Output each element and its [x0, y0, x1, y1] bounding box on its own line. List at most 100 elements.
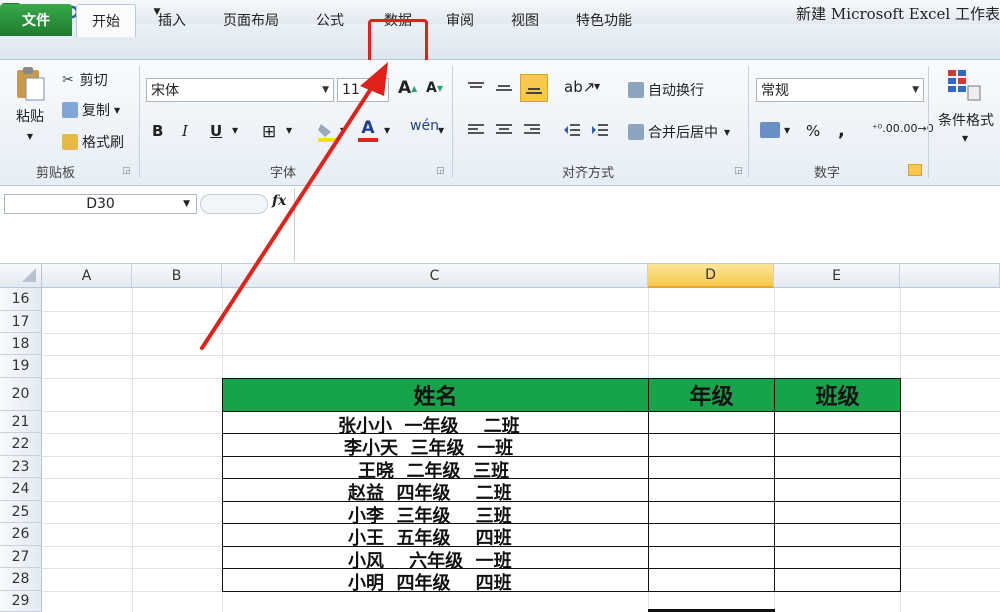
font-launcher-icon[interactable]: ◲	[436, 166, 445, 176]
tab-home[interactable]: 开始	[76, 4, 136, 37]
column-header-d[interactable]: D	[648, 264, 774, 288]
column-header-e[interactable]: E	[774, 264, 900, 288]
name-box[interactable]: D30 ▼	[4, 194, 197, 214]
column-header-a[interactable]: A	[42, 264, 132, 288]
table-cell[interactable]	[774, 523, 901, 547]
conditional-format-dropdown-icon[interactable]: ▼	[962, 134, 968, 143]
border-dropdown-icon[interactable]: ▼	[286, 126, 292, 135]
align-middle-icon[interactable]	[494, 80, 514, 96]
table-cell[interactable]	[774, 456, 901, 479]
column-header-b[interactable]: B	[132, 264, 222, 288]
orientation-dropdown-icon[interactable]: ▼	[594, 82, 600, 91]
row-header-27[interactable]: 27	[0, 546, 42, 568]
table-header-grade[interactable]: 年级	[648, 378, 775, 412]
fill-color-icon[interactable]	[316, 120, 338, 142]
italic-button[interactable]: I	[182, 122, 188, 140]
row-header-18[interactable]: 18	[0, 333, 42, 355]
paste-button[interactable]: 粘贴 ▼	[10, 66, 50, 141]
table-cell[interactable]	[774, 501, 901, 524]
table-cell[interactable]	[774, 411, 901, 434]
increase-indent-icon[interactable]	[590, 122, 610, 138]
align-bottom-button[interactable]	[520, 74, 548, 102]
row-header-19[interactable]: 19	[0, 355, 42, 378]
grow-font-button[interactable]: A ▲	[398, 78, 417, 98]
alignment-launcher-icon[interactable]: ◲	[734, 166, 743, 176]
underline-button[interactable]: U	[210, 122, 222, 140]
conditional-format-button[interactable]: 条件格式	[938, 110, 994, 130]
row-header-23[interactable]: 23	[0, 456, 42, 478]
row-header-28[interactable]: 28	[0, 568, 42, 591]
row-header-21[interactable]: 21	[0, 411, 42, 433]
copy-dropdown-icon: ▼	[114, 105, 121, 115]
number-format-select[interactable]: 常规 ▼	[756, 78, 924, 102]
currency-glyph	[760, 122, 780, 138]
row-header-16[interactable]: 16	[0, 288, 42, 311]
number-launcher-icon[interactable]	[908, 164, 922, 176]
tab-view[interactable]: 视图	[494, 4, 556, 36]
tab-formulas[interactable]: 公式	[300, 4, 360, 36]
currency-icon[interactable]: ▼	[760, 122, 790, 138]
row-header-29[interactable]: 29	[0, 591, 42, 612]
table-cell[interactable]	[648, 568, 775, 592]
tab-special-features[interactable]: 特色功能	[562, 4, 646, 36]
select-all-corner[interactable]	[0, 264, 42, 288]
copy-button[interactable]: 复制 ▼	[62, 100, 120, 120]
table-header-name[interactable]: 姓名	[222, 378, 649, 412]
clipboard-launcher-icon[interactable]: ◲	[122, 166, 131, 176]
table-cell[interactable]	[648, 478, 775, 502]
font-color-dropdown-icon[interactable]: ▼	[384, 126, 390, 135]
percent-button[interactable]: %	[806, 122, 820, 140]
table-cell[interactable]	[648, 523, 775, 547]
row-header-25[interactable]: 25	[0, 501, 42, 523]
row-header-22[interactable]: 22	[0, 433, 42, 456]
separator	[139, 66, 140, 178]
increase-decimal-icon[interactable]: ⁺⁰.00	[872, 122, 900, 135]
font-color-swatch	[358, 138, 378, 142]
font-color-button[interactable]: A	[358, 118, 378, 142]
border-icon[interactable]: ⊞	[262, 122, 276, 142]
bold-button[interactable]: B	[152, 122, 163, 140]
table-cell[interactable]	[648, 501, 775, 524]
pinyin-dropdown-icon[interactable]: ▼	[438, 126, 444, 135]
pinyin-icon[interactable]: wén	[410, 118, 439, 134]
decrease-indent-icon[interactable]	[562, 122, 582, 138]
table-cell[interactable]	[648, 456, 775, 479]
row-header-24[interactable]: 24	[0, 478, 42, 501]
column-header-f[interactable]	[900, 264, 1000, 288]
row-header-26[interactable]: 26	[0, 523, 42, 546]
table-cell[interactable]	[648, 411, 775, 434]
tab-insert[interactable]: 插入	[142, 4, 202, 36]
align-left-icon[interactable]	[466, 122, 486, 138]
column-header-c[interactable]: C	[222, 264, 648, 288]
font-size-select[interactable]: 11 ▼	[337, 78, 389, 102]
wrap-text-button[interactable]: 自动换行	[628, 80, 704, 100]
row-header-17[interactable]: 17	[0, 311, 42, 333]
underline-dropdown-icon[interactable]: ▼	[232, 126, 238, 135]
table-cell[interactable]	[774, 478, 901, 502]
fill-color-dropdown-icon[interactable]: ▼	[340, 126, 346, 135]
row-header-20[interactable]: 20	[0, 378, 42, 411]
table-cell[interactable]	[774, 546, 901, 569]
table-cell[interactable]	[648, 546, 775, 569]
tab-file[interactable]: 文件	[0, 4, 72, 36]
align-right-icon[interactable]	[522, 122, 542, 138]
format-painter-button[interactable]: 格式刷	[62, 132, 124, 152]
tab-page-layout[interactable]: 页面布局	[206, 4, 296, 36]
comma-button[interactable]: ,	[838, 120, 845, 141]
orientation-icon[interactable]: ab↗	[564, 78, 595, 96]
conditional-format-icon[interactable]	[946, 68, 982, 102]
merge-center-button[interactable]: 合并后居中 ▼	[628, 122, 730, 142]
table-cell[interactable]	[648, 433, 775, 457]
insert-function-icon[interactable]: fx	[272, 193, 286, 209]
align-top-icon[interactable]	[466, 80, 486, 96]
font-name-select[interactable]: 宋体 ▼	[146, 78, 334, 102]
align-center-icon[interactable]	[494, 122, 514, 138]
cut-button[interactable]: ✂ 剪切	[62, 70, 108, 90]
shrink-font-button[interactable]: A ▼	[426, 80, 443, 96]
tab-review[interactable]: 审阅	[432, 4, 488, 36]
separator	[928, 66, 929, 178]
formula-input[interactable]	[294, 188, 1000, 262]
table-cell[interactable]	[774, 433, 901, 457]
table-cell[interactable]	[774, 568, 901, 592]
table-header-class[interactable]: 班级	[774, 378, 901, 412]
